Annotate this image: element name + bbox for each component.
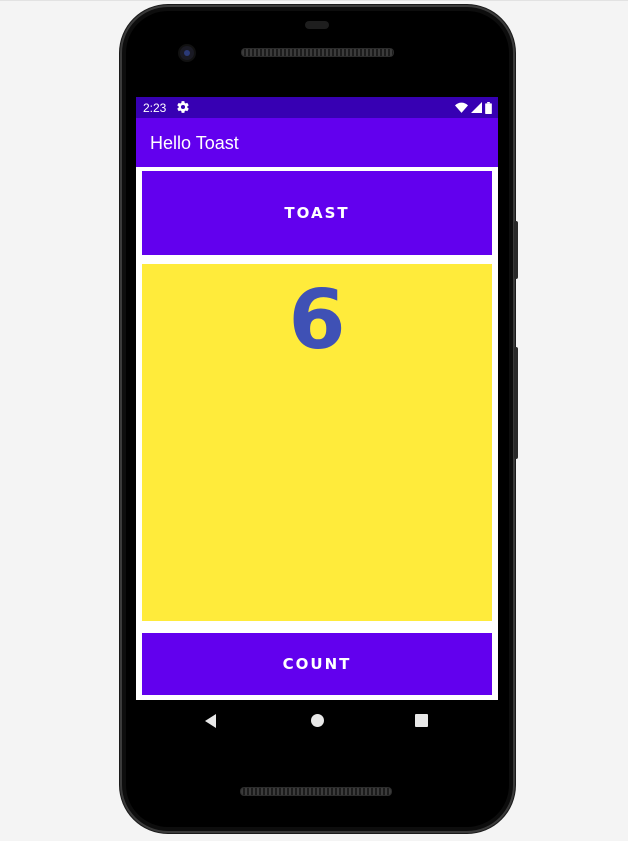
toast-button[interactable]: TOAST [142, 171, 492, 255]
recents-icon[interactable] [415, 714, 428, 727]
app-bar: Hello Toast [136, 118, 498, 167]
volume-button [514, 347, 518, 459]
count-value: 6 [288, 273, 346, 368]
back-icon[interactable] [203, 713, 219, 729]
front-camera [180, 46, 194, 60]
device-screen: 2:23 Hello Toast TOAST 6 COUNT [136, 97, 498, 700]
signal-icon [471, 102, 482, 113]
status-bar: 2:23 [136, 97, 498, 118]
earpiece [305, 21, 329, 29]
count-button[interactable]: COUNT [142, 633, 492, 695]
page: 2:23 Hello Toast TOAST 6 COUNT [0, 0, 628, 841]
bottom-speaker-grille [240, 787, 392, 796]
status-icons [455, 101, 492, 114]
wifi-icon [455, 102, 468, 113]
count-panel: 6 [142, 264, 492, 621]
settings-icon [177, 101, 189, 113]
navigation-bar [136, 700, 498, 742]
home-icon[interactable] [311, 714, 324, 727]
battery-icon [485, 101, 492, 114]
power-button [514, 221, 518, 279]
top-speaker-grille [241, 48, 394, 57]
app-title: Hello Toast [150, 133, 239, 153]
status-time: 2:23 [143, 101, 167, 115]
